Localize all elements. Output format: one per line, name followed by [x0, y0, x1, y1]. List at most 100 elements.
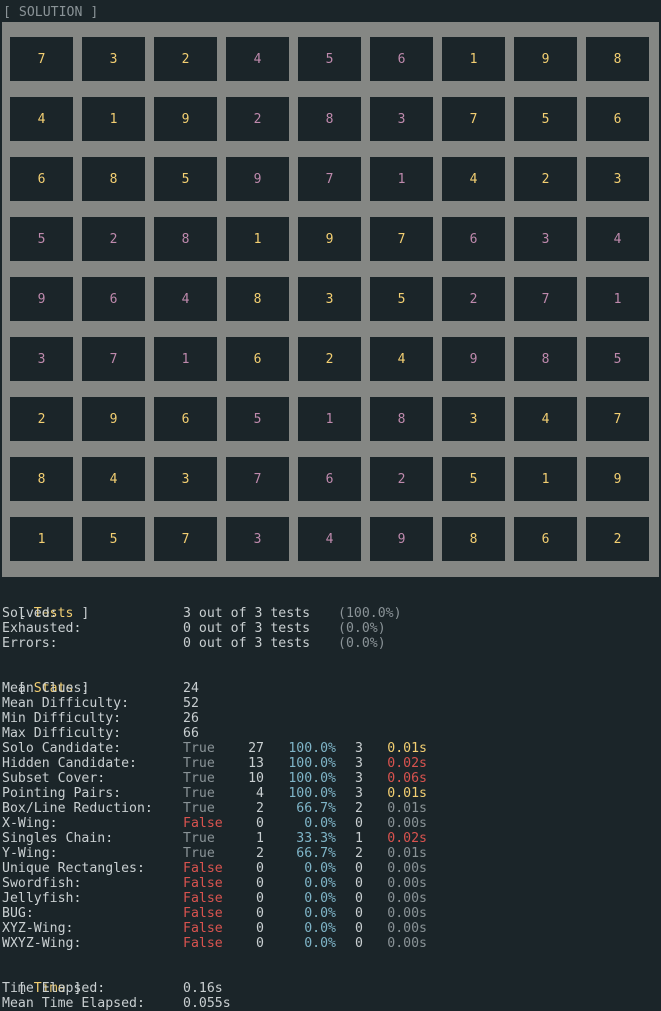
- sudoku-cell: 4: [370, 337, 433, 381]
- technique-count: 0: [256, 891, 264, 906]
- sudoku-cell: 2: [154, 37, 217, 81]
- sudoku-cell: 7: [514, 277, 577, 321]
- technique-solved-count: 0: [355, 861, 363, 876]
- sudoku-cell: 1: [586, 277, 649, 321]
- technique-time: 0.01s: [387, 846, 427, 861]
- technique-solved-count: 0: [355, 921, 363, 936]
- technique-time: 0.01s: [387, 801, 427, 816]
- sudoku-cell: 4: [442, 157, 505, 201]
- technique-label: Solo Candidate:: [2, 741, 122, 756]
- technique-used: True: [183, 846, 215, 861]
- sudoku-cell: 9: [10, 277, 73, 321]
- sudoku-cell: 9: [226, 157, 289, 201]
- technique-count: 0: [256, 876, 264, 891]
- sudoku-cell: 9: [370, 517, 433, 561]
- technique-row: XYZ-Wing: False 0 0.0% 0 0.00s: [2, 921, 659, 936]
- sudoku-cell: 8: [442, 517, 505, 561]
- solution-title: [ SOLUTION ]: [3, 5, 99, 20]
- sudoku-cell: 7: [82, 337, 145, 381]
- technique-percent: 0.0%: [304, 906, 336, 921]
- sudoku-cell: 9: [298, 217, 361, 261]
- sudoku-cell: 5: [370, 277, 433, 321]
- technique-row: Subset Cover: True 10 100.0% 3 0.06s: [2, 771, 659, 786]
- technique-solved-count: 0: [355, 891, 363, 906]
- technique-time: 0.06s: [387, 771, 427, 786]
- sudoku-cell: 1: [154, 337, 217, 381]
- time-value: 0.16s: [183, 981, 223, 996]
- tests-percent: (0.0%): [338, 621, 386, 636]
- technique-percent: 33.3%: [296, 831, 336, 846]
- sudoku-cell: 1: [226, 217, 289, 261]
- sudoku-cell: 9: [154, 97, 217, 141]
- sudoku-cell: 7: [298, 157, 361, 201]
- tests-header-close: ]: [73, 606, 90, 621]
- technique-used: True: [183, 741, 215, 756]
- technique-solved-count: 2: [355, 846, 363, 861]
- sudoku-cell: 4: [226, 37, 289, 81]
- technique-row: BUG: False 0 0.0% 0 0.00s: [2, 906, 659, 921]
- technique-label: WXYZ-Wing:: [2, 936, 82, 951]
- technique-row: Box/Line Reduction: True 2 66.7% 2 0.01s: [2, 801, 659, 816]
- technique-used: True: [183, 771, 215, 786]
- sudoku-cell: 1: [370, 157, 433, 201]
- technique-percent: 100.0%: [288, 756, 336, 771]
- technique-solved-count: 1: [355, 831, 363, 846]
- technique-count: 13: [248, 756, 264, 771]
- stats-value: 26: [183, 711, 199, 726]
- sudoku-cell: 4: [82, 457, 145, 501]
- sudoku-cell: 9: [82, 397, 145, 441]
- technique-count: 0: [256, 861, 264, 876]
- sudoku-cell: 6: [586, 97, 649, 141]
- technique-time: 0.00s: [387, 906, 427, 921]
- technique-count: 0: [256, 906, 264, 921]
- sudoku-cell: 5: [10, 217, 73, 261]
- tests-percent: (100.0%): [338, 606, 402, 621]
- sudoku-cell: 3: [10, 337, 73, 381]
- technique-solved-count: 0: [355, 816, 363, 831]
- sudoku-cell: 6: [442, 217, 505, 261]
- sudoku-cell: 7: [370, 217, 433, 261]
- technique-solved-count: 2: [355, 801, 363, 816]
- technique-row: Singles Chain: True 1 33.3% 1 0.02s: [2, 831, 659, 846]
- stats-value: 24: [183, 681, 199, 696]
- sudoku-cell: 8: [514, 337, 577, 381]
- sudoku-cell: 5: [154, 157, 217, 201]
- technique-row: Y-Wing: True 2 66.7% 2 0.01s: [2, 846, 659, 861]
- technique-row: Solo Candidate: True 27 100.0% 3 0.01s: [2, 741, 659, 756]
- sudoku-cell: 8: [298, 97, 361, 141]
- sudoku-board: 7324561984192837566859714235281976349648…: [2, 22, 659, 577]
- technique-used: False: [183, 891, 223, 906]
- sudoku-cell: 3: [514, 217, 577, 261]
- sudoku-cell: 3: [442, 397, 505, 441]
- sudoku-cell: 7: [154, 517, 217, 561]
- sudoku-cell: 7: [10, 37, 73, 81]
- sudoku-cell: 5: [298, 37, 361, 81]
- sudoku-cell: 6: [298, 457, 361, 501]
- sudoku-cell: 2: [370, 457, 433, 501]
- sudoku-cell: 7: [442, 97, 505, 141]
- sudoku-cell: 4: [514, 397, 577, 441]
- technique-count: 2: [256, 846, 264, 861]
- sudoku-cell: 1: [514, 457, 577, 501]
- stats-label: Mean Difficulty:: [2, 696, 130, 711]
- technique-time: 0.00s: [387, 891, 427, 906]
- sudoku-cell: 2: [514, 157, 577, 201]
- sudoku-cell: 4: [586, 217, 649, 261]
- sudoku-cell: 4: [10, 97, 73, 141]
- sudoku-cell: 7: [226, 457, 289, 501]
- technique-used: True: [183, 831, 215, 846]
- sudoku-cell: 4: [298, 517, 361, 561]
- technique-solved-count: 0: [355, 876, 363, 891]
- tests-label: Errors:: [2, 636, 58, 651]
- tests-value: 3 out of 3 tests: [183, 606, 311, 621]
- sudoku-cell: 2: [226, 97, 289, 141]
- technique-row: Jellyfish: False 0 0.0% 0 0.00s: [2, 891, 659, 906]
- technique-percent: 0.0%: [304, 921, 336, 936]
- sudoku-cell: 4: [154, 277, 217, 321]
- technique-percent: 100.0%: [288, 786, 336, 801]
- technique-count: 27: [248, 741, 264, 756]
- sudoku-cell: 8: [154, 217, 217, 261]
- sudoku-cell: 2: [442, 277, 505, 321]
- sudoku-cell: 9: [586, 457, 649, 501]
- technique-solved-count: 0: [355, 906, 363, 921]
